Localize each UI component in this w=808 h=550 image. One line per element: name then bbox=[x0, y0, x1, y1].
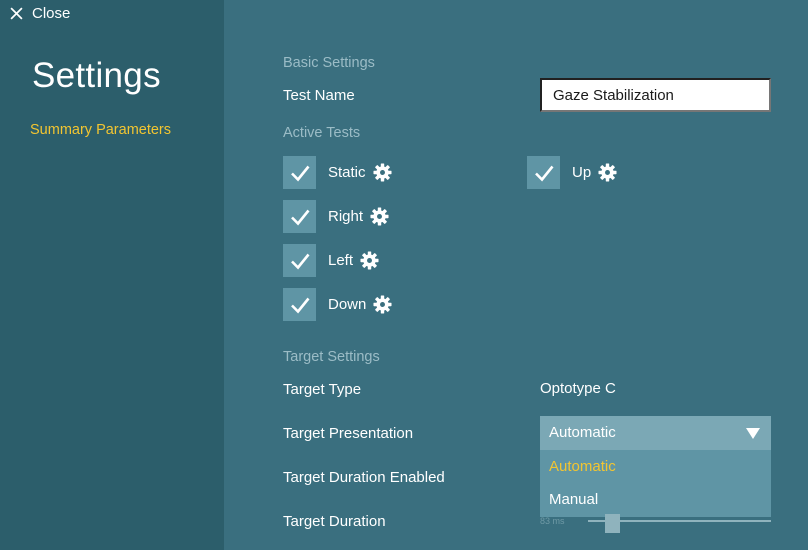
test-name-label: Test Name bbox=[283, 87, 355, 104]
close-icon bbox=[10, 7, 23, 20]
static-checkbox[interactable] bbox=[283, 156, 316, 189]
settings-panel: Basic Settings Test Name Active Tests St… bbox=[224, 0, 808, 550]
target-duration-label: Target Duration bbox=[283, 513, 386, 530]
target-settings-heading: Target Settings bbox=[283, 349, 380, 365]
sidebar: Close Settings Summary Parameters bbox=[0, 0, 224, 550]
gear-icon[interactable] bbox=[373, 295, 392, 314]
target-presentation-selected: Automatic bbox=[549, 424, 616, 441]
gear-icon[interactable] bbox=[598, 163, 617, 182]
test-down[interactable]: Down bbox=[283, 288, 392, 321]
test-static[interactable]: Static bbox=[283, 156, 392, 189]
checkmark-icon bbox=[290, 253, 310, 269]
basic-settings-heading: Basic Settings bbox=[283, 55, 375, 71]
option-automatic[interactable]: Automatic bbox=[540, 450, 771, 483]
page-title: Settings bbox=[32, 56, 161, 95]
option-manual[interactable]: Manual bbox=[540, 483, 771, 516]
target-duration-slider-thumb[interactable] bbox=[605, 514, 620, 533]
down-checkbox[interactable] bbox=[283, 288, 316, 321]
target-duration-enabled-label: Target Duration Enabled bbox=[283, 469, 445, 486]
target-duration-value: 83 ms bbox=[540, 516, 565, 526]
close-button[interactable]: Close bbox=[10, 5, 70, 22]
test-up[interactable]: Up bbox=[527, 156, 617, 189]
left-checkbox[interactable] bbox=[283, 244, 316, 277]
checkmark-icon bbox=[290, 165, 310, 181]
target-type-label: Target Type bbox=[283, 381, 362, 398]
checkmark-icon bbox=[290, 209, 310, 225]
test-left[interactable]: Left bbox=[283, 244, 379, 277]
close-label: Close bbox=[32, 5, 71, 22]
target-presentation-select[interactable]: Automatic bbox=[540, 416, 771, 450]
static-label: Static bbox=[328, 164, 366, 181]
target-presentation-label: Target Presentation bbox=[283, 425, 414, 442]
gear-icon[interactable] bbox=[372, 163, 392, 182]
chevron-down-icon bbox=[746, 428, 760, 439]
up-label: Up bbox=[572, 164, 592, 181]
left-label: Left bbox=[328, 252, 354, 269]
right-checkbox[interactable] bbox=[283, 200, 316, 233]
down-label: Down bbox=[328, 296, 367, 313]
active-tests-heading: Active Tests bbox=[283, 125, 361, 141]
up-checkbox[interactable] bbox=[527, 156, 560, 189]
target-presentation-options: Automatic Manual bbox=[540, 450, 771, 517]
right-label: Right bbox=[328, 208, 364, 225]
checkmark-icon bbox=[534, 165, 554, 181]
sidebar-item-summary-parameters[interactable]: Summary Parameters bbox=[30, 122, 171, 138]
gear-icon[interactable] bbox=[370, 207, 389, 226]
test-right[interactable]: Right bbox=[283, 200, 389, 233]
test-name-input[interactable] bbox=[540, 78, 771, 112]
checkmark-icon bbox=[290, 297, 310, 313]
target-type-value: Optotype C bbox=[540, 380, 616, 397]
gear-icon[interactable] bbox=[360, 251, 379, 270]
